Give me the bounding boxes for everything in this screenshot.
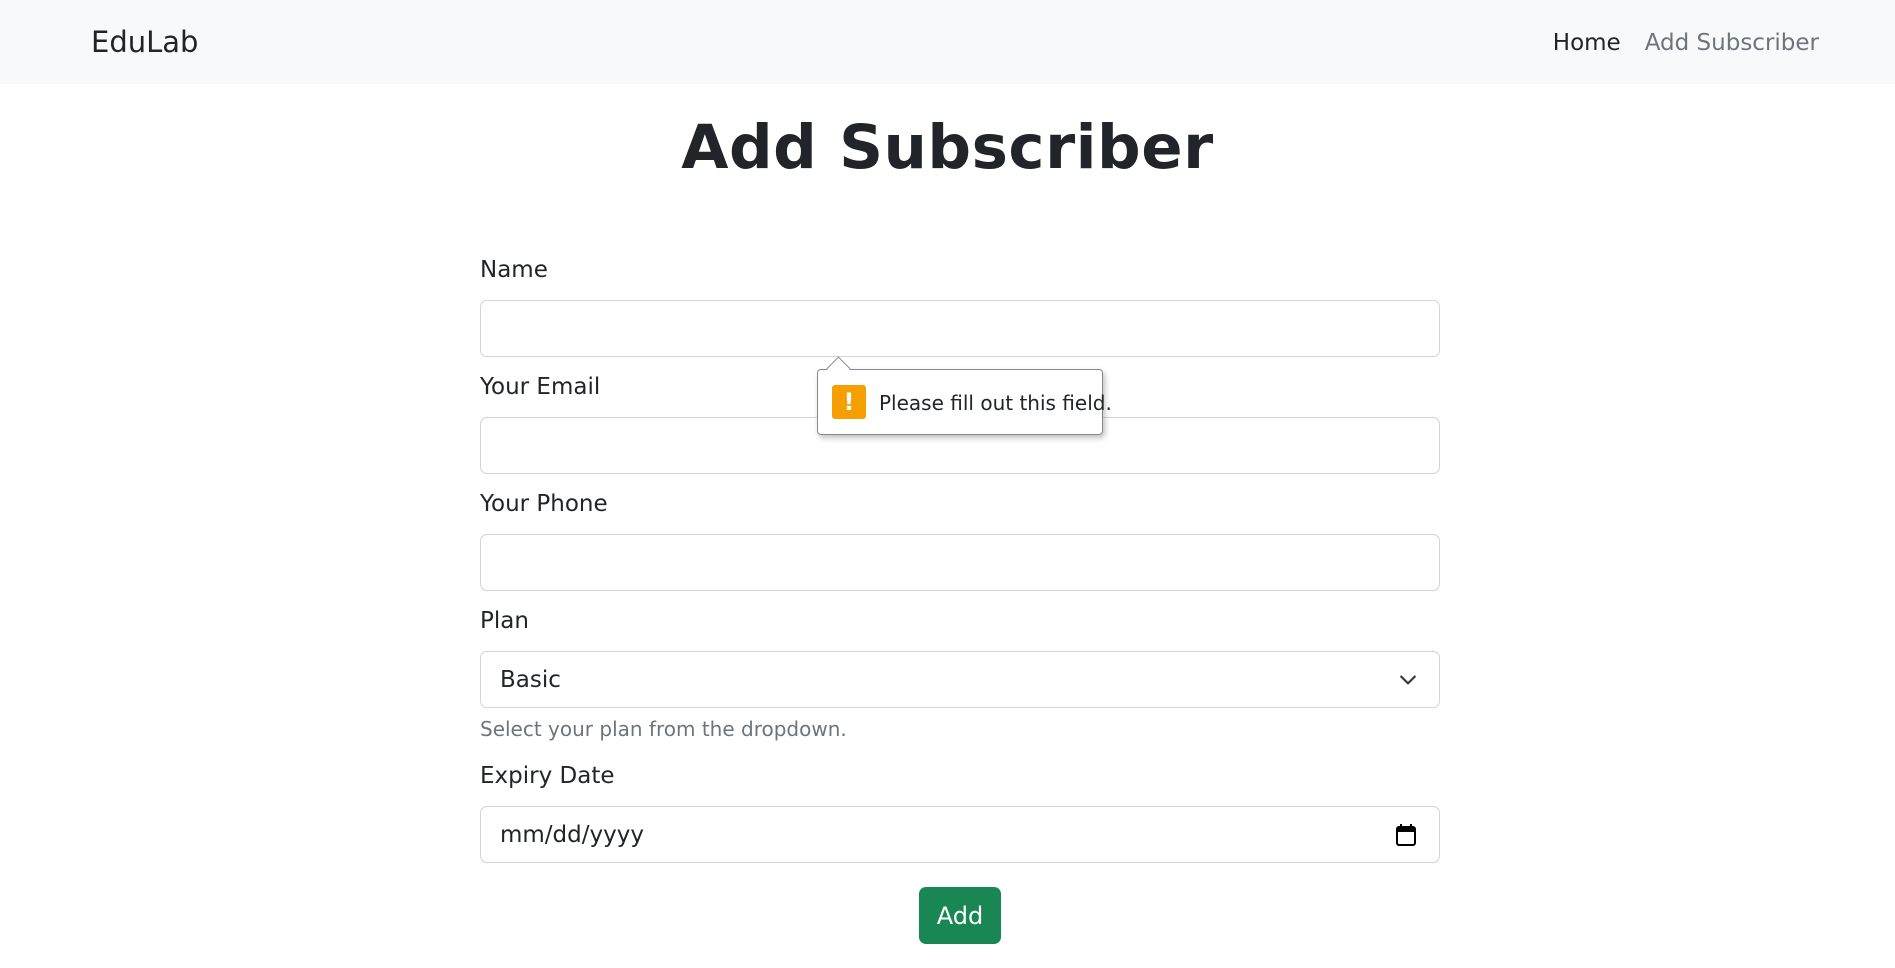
expiry-date-input[interactable]: mm/dd/yyyy	[480, 806, 1440, 863]
validation-message: Please fill out this field.	[879, 391, 1112, 415]
nav-home-link[interactable]: Home	[1553, 28, 1621, 58]
navbar: EduLab Home Add Subscriber	[0, 0, 1895, 84]
calendar-icon[interactable]	[1395, 823, 1417, 847]
add-button[interactable]: Add	[919, 887, 1001, 944]
email-label: Your Email	[480, 374, 601, 400]
name-input[interactable]	[480, 300, 1440, 357]
phone-input[interactable]	[480, 534, 1440, 591]
plan-label: Plan	[480, 608, 529, 634]
warning-icon: !	[832, 385, 866, 419]
chevron-down-icon	[1400, 675, 1416, 685]
validation-tooltip: ! Please fill out this field.	[817, 356, 1112, 435]
expiry-date-label: Expiry Date	[480, 763, 615, 789]
expiry-date-placeholder: mm/dd/yyyy	[500, 822, 644, 848]
page-title: Add Subscriber	[681, 112, 1214, 183]
plan-select[interactable]: Basic	[480, 651, 1440, 708]
name-label: Name	[480, 257, 548, 283]
nav-links: Home Add Subscriber	[1553, 28, 1819, 58]
plan-help-text: Select your plan from the dropdown.	[480, 717, 847, 741]
brand-logo[interactable]: EduLab	[91, 24, 198, 60]
phone-label: Your Phone	[480, 491, 608, 517]
tooltip-arrow	[826, 356, 851, 381]
plan-select-value: Basic	[500, 667, 561, 693]
nav-add-subscriber-link[interactable]: Add Subscriber	[1645, 28, 1819, 58]
